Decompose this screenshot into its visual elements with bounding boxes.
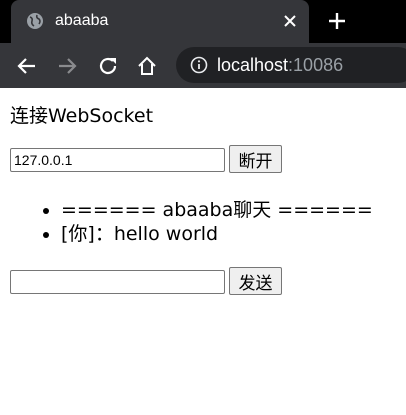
message-list: ====== abaaba聊天 ====== [你]：hello world	[0, 198, 373, 246]
list-item: ====== abaaba聊天 ======	[61, 198, 373, 222]
disconnect-button[interactable]: 断开	[229, 145, 282, 173]
browser-tab[interactable]: abaaba	[11, 0, 309, 43]
globe-icon	[27, 13, 43, 29]
page-title: 连接WebSocket	[10, 105, 154, 127]
back-arrow-icon[interactable]	[16, 55, 38, 77]
forward-arrow-icon[interactable]	[56, 55, 78, 77]
url-port: :10086	[288, 55, 344, 75]
reload-icon[interactable]	[97, 55, 119, 77]
new-tab-icon[interactable]	[327, 11, 347, 31]
server-address-input[interactable]	[10, 148, 225, 172]
list-item: [你]：hello world	[61, 222, 373, 246]
url-host: localhost	[217, 55, 289, 75]
info-icon[interactable]	[190, 56, 208, 74]
tab-title: abaaba	[55, 12, 109, 29]
close-tab-icon[interactable]	[282, 13, 298, 29]
message-input[interactable]	[10, 270, 225, 294]
url-text: localhost:10086	[217, 55, 343, 76]
browser-toolbar: localhost:10086	[0, 43, 406, 88]
browser-tabstrip: abaaba	[0, 0, 406, 43]
home-icon[interactable]	[136, 55, 158, 77]
address-bar[interactable]: localhost:10086	[176, 47, 406, 83]
send-button[interactable]: 发送	[229, 267, 282, 295]
